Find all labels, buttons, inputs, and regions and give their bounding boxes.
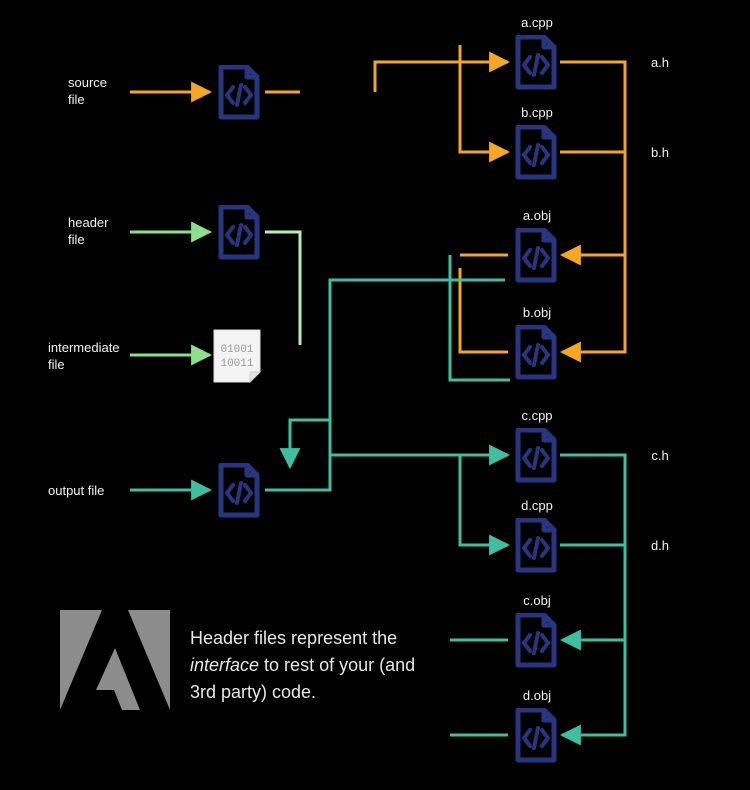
label-header-file: header file (68, 215, 108, 249)
label-d-obj: d.obj (517, 688, 557, 705)
adobe-logo-icon (60, 610, 170, 715)
code-file-icon (215, 463, 263, 519)
code-file-icon (512, 613, 560, 669)
label-output-file: output file (48, 483, 104, 500)
caption-text: Header files represent the interface to … (190, 625, 460, 706)
code-file-icon (512, 228, 560, 284)
code-file-icon (512, 125, 560, 181)
label-intermediate-file: intermediate file (48, 340, 120, 374)
svg-text:10011: 10011 (220, 358, 253, 370)
code-file-icon (215, 205, 263, 261)
code-file-icon (215, 65, 263, 121)
label-a-obj: a.obj (517, 208, 557, 225)
label-b-h: b.h (645, 145, 675, 162)
label-a-cpp: a.cpp (517, 15, 557, 32)
code-file-icon (512, 35, 560, 91)
label-source-file: source file (68, 75, 107, 109)
label-b-obj: b.obj (517, 305, 557, 322)
label-b-cpp: b.cpp (517, 105, 557, 122)
label-c-obj: c.obj (517, 593, 557, 610)
svg-text:01001: 01001 (220, 344, 253, 356)
label-c-cpp: c.cpp (517, 408, 557, 425)
label-d-cpp: d.cpp (517, 498, 557, 515)
label-d-h: d.h (645, 538, 675, 555)
code-file-icon (512, 428, 560, 484)
code-file-icon (512, 518, 560, 574)
diagram-stage: source file header file intermediate fil… (0, 0, 750, 790)
label-c-h: c.h (645, 448, 675, 465)
binary-file-icon: 01001 10011 (212, 328, 262, 384)
code-file-icon (512, 708, 560, 764)
label-a-h: a.h (645, 55, 675, 72)
code-file-icon (512, 325, 560, 381)
